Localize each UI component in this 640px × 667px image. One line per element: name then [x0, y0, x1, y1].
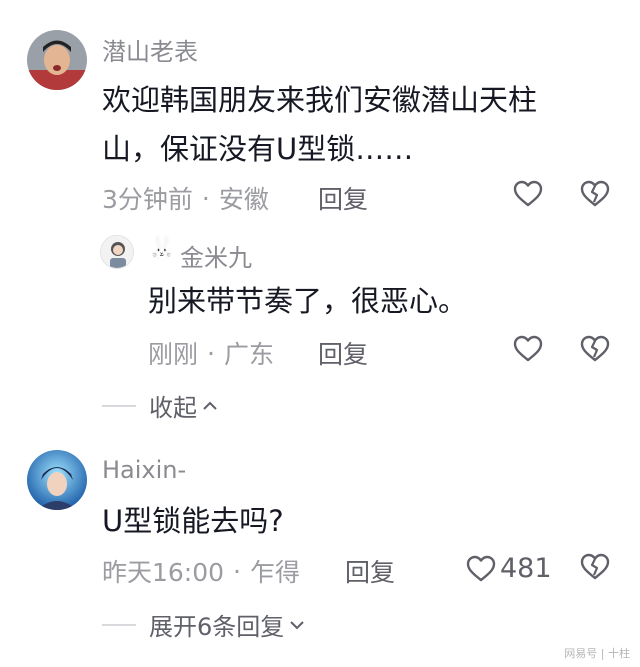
collapse-label: 收起 — [149, 394, 197, 422]
reply-button[interactable]: 回复 — [318, 180, 368, 216]
thread-divider-line — [102, 623, 136, 626]
comment-text-line-1: 欢迎韩国朋友来我们安徽潜山天柱 — [102, 83, 538, 117]
reply-location: 广东 — [223, 340, 274, 369]
thread-divider-line — [102, 404, 136, 407]
reply-avatar[interactable] — [100, 235, 134, 269]
reply-username[interactable]: 金米九 — [180, 238, 252, 273]
like-button[interactable]: 481 — [466, 553, 552, 584]
like-button[interactable] — [513, 180, 547, 208]
comment-time: 3分钟前 — [102, 185, 193, 214]
heart-outline-icon — [513, 180, 543, 207]
comment-time: 昨天16:00 — [102, 558, 225, 587]
broken-heart-icon — [580, 335, 610, 362]
rabbit-badge-icon: 🐰 — [148, 236, 176, 261]
avatar[interactable] — [27, 30, 87, 90]
reply-button[interactable]: 回复 — [318, 335, 368, 371]
heart-outline-icon — [466, 555, 496, 581]
comment-meta: 昨天16:00 · 乍得 — [102, 553, 300, 589]
broken-heart-icon — [580, 180, 610, 207]
meta-separator: · — [233, 556, 241, 586]
dislike-button[interactable] — [580, 335, 610, 363]
comment-text: U型锁能去吗? — [102, 504, 284, 538]
dislike-button[interactable] — [580, 180, 610, 208]
like-button[interactable] — [513, 335, 543, 363]
expand-label: 展开6条回复 — [149, 613, 285, 641]
comment-location: 乍得 — [250, 558, 301, 587]
collapse-replies-button[interactable]: 收起 — [102, 388, 219, 423]
chevron-up-icon — [203, 401, 217, 410]
reply-text: 别来带节奏了，很恶心。 — [148, 284, 468, 318]
comment-meta: 3分钟前 · 安徽 — [102, 180, 269, 216]
broken-heart-icon — [580, 553, 610, 580]
expand-replies-button[interactable]: 展开6条回复 — [102, 607, 306, 642]
avatar[interactable] — [27, 450, 87, 510]
like-count: 481 — [500, 553, 552, 584]
comment-username[interactable]: Haixin- — [102, 456, 186, 484]
watermark: 网易号 | 十柱 — [564, 647, 630, 660]
heart-outline-icon — [513, 335, 543, 362]
reply-meta: 刚刚 · 广东 — [148, 335, 274, 371]
chevron-down-icon — [290, 620, 304, 629]
comment-text-line-2: 山，保证没有U型锁…… — [102, 132, 414, 166]
meta-separator: · — [201, 183, 210, 213]
reply-button[interactable]: 回复 — [345, 553, 395, 589]
comment-location: 安徽 — [218, 185, 269, 214]
comment-username[interactable]: 潜山老表 — [102, 32, 198, 67]
meta-separator: · — [207, 338, 215, 368]
dislike-button[interactable] — [580, 553, 610, 581]
reply-time: 刚刚 — [148, 340, 199, 369]
